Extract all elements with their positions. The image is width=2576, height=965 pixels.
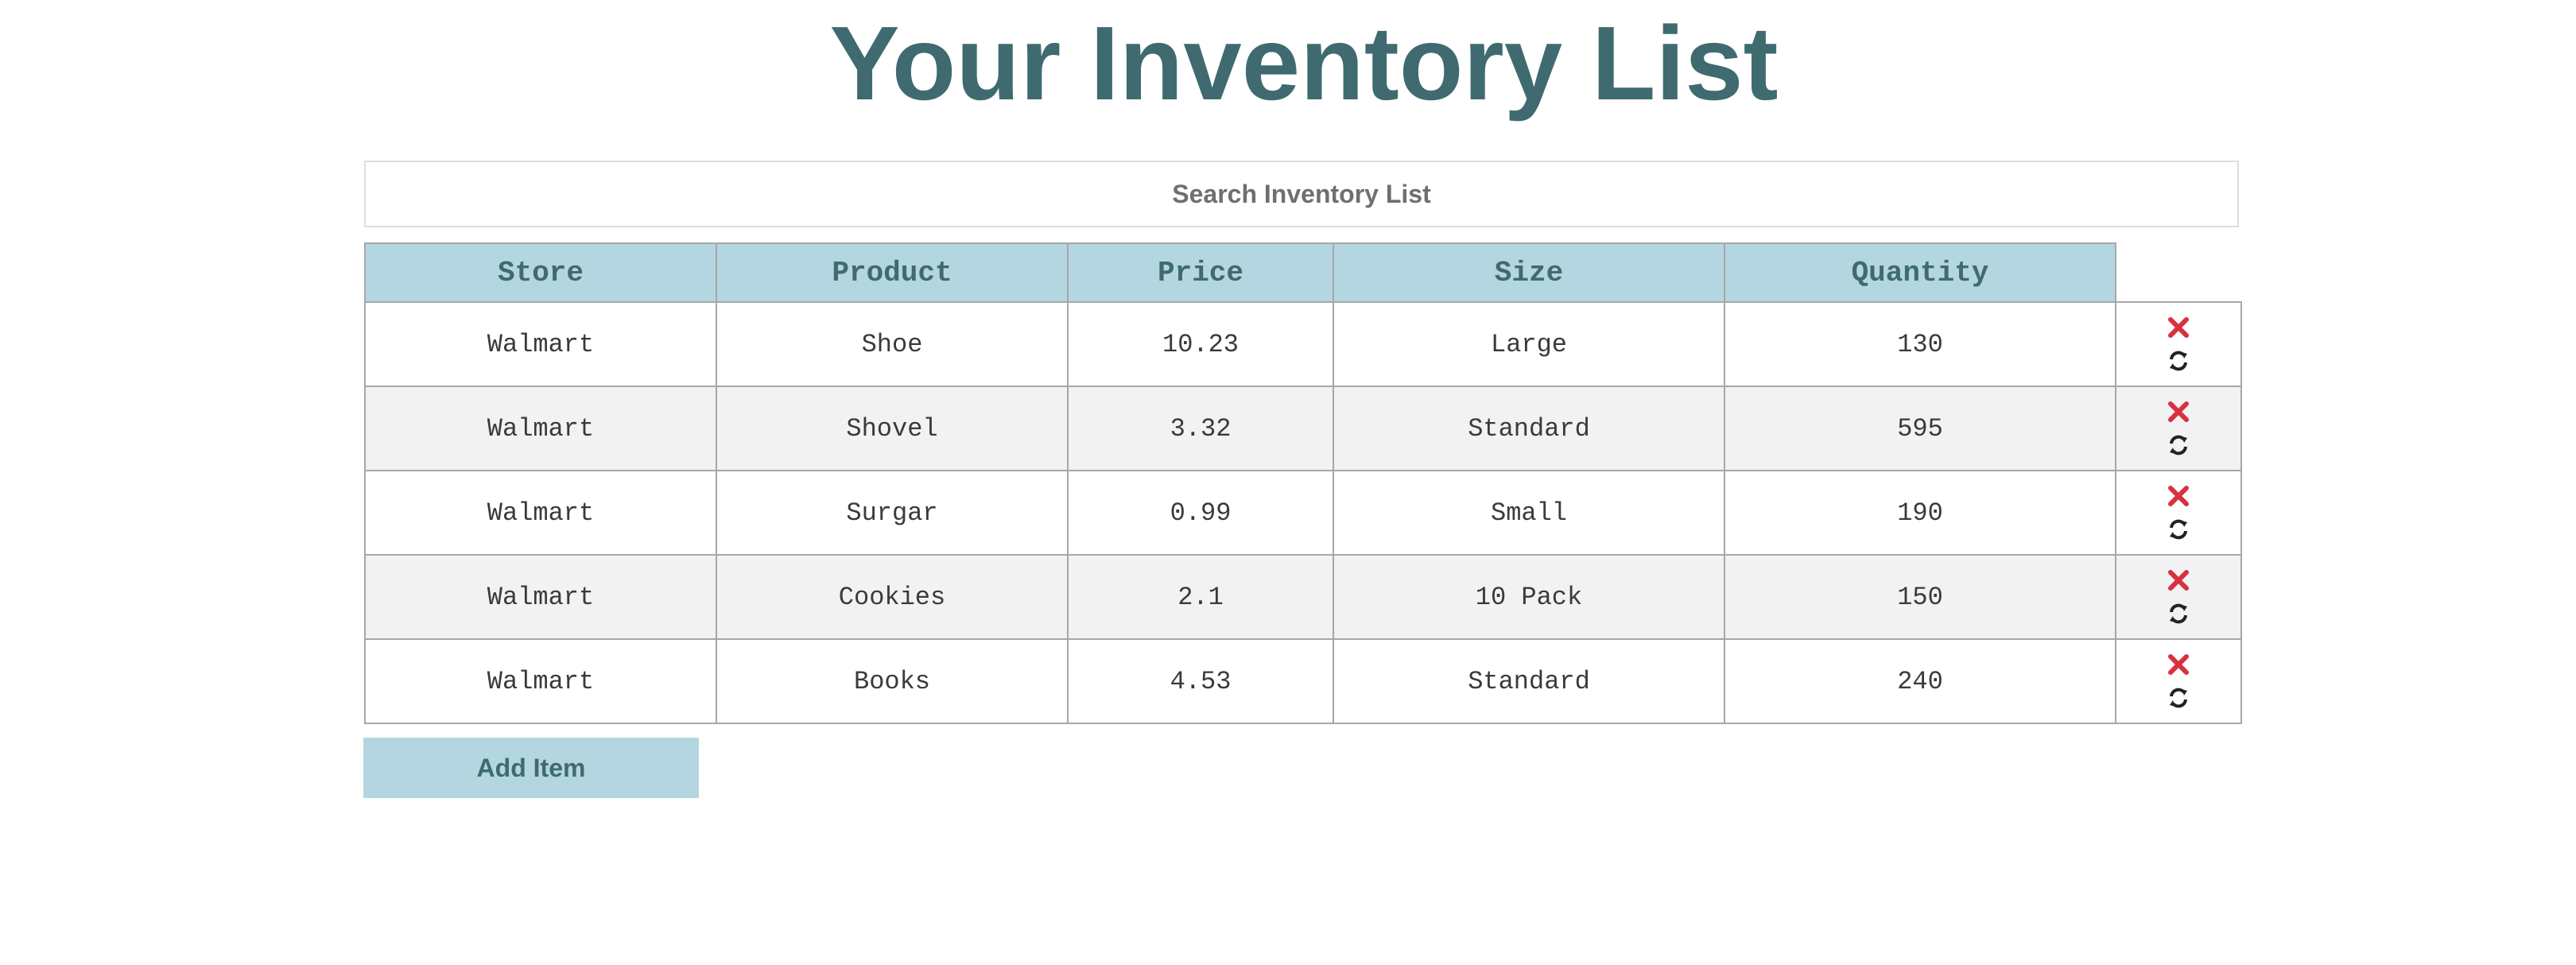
cell-price: 2.1: [1067, 554, 1334, 640]
table-row: Walmart Shoe 10.23 Large 130: [364, 301, 2242, 387]
table-row: Walmart Surgar 0.99 Small 190: [364, 470, 2242, 556]
column-header-price: Price: [1067, 242, 1334, 303]
table-header-row: Store Product Price Size Quantity: [364, 242, 2241, 303]
cell-size: Standard: [1333, 638, 1725, 724]
cell-price: 3.32: [1067, 386, 1334, 471]
cell-product: Shovel: [716, 386, 1069, 471]
page-title: Your Inventory List: [829, 5, 1779, 122]
column-header-actions: [2115, 243, 2241, 303]
inventory-table: Store Product Price Size Quantity Walmar…: [364, 242, 2242, 724]
delete-icon[interactable]: [2164, 650, 2193, 679]
cell-store: Walmart: [364, 386, 717, 471]
column-header-product: Product: [716, 242, 1069, 303]
delete-icon[interactable]: [2164, 313, 2193, 342]
cell-store: Walmart: [364, 554, 717, 640]
search-input[interactable]: [366, 162, 2237, 226]
refresh-icon[interactable]: [2164, 431, 2193, 459]
delete-icon[interactable]: [2164, 566, 2193, 595]
row-actions: [2115, 386, 2242, 471]
cell-product: Surgar: [716, 470, 1069, 556]
column-header-size: Size: [1333, 242, 1725, 303]
refresh-icon[interactable]: [2164, 347, 2193, 375]
row-actions: [2115, 554, 2242, 640]
cell-product: Cookies: [716, 554, 1069, 640]
delete-icon[interactable]: [2164, 397, 2193, 426]
row-actions: [2115, 301, 2242, 387]
cell-store: Walmart: [364, 638, 717, 724]
cell-quantity: 240: [1724, 638, 2116, 724]
cell-product: Books: [716, 638, 1069, 724]
delete-icon[interactable]: [2164, 482, 2193, 510]
cell-size: Large: [1333, 301, 1725, 387]
table-row: Walmart Books 4.53 Standard 240: [364, 638, 2242, 724]
cell-store: Walmart: [364, 470, 717, 556]
cell-store: Walmart: [364, 301, 717, 387]
row-actions: [2115, 638, 2242, 724]
cell-quantity: 595: [1724, 386, 2116, 471]
cell-price: 0.99: [1067, 470, 1334, 556]
column-header-store: Store: [364, 242, 717, 303]
cell-size: Small: [1333, 470, 1725, 556]
cell-quantity: 130: [1724, 301, 2116, 387]
cell-size: Standard: [1333, 386, 1725, 471]
refresh-icon[interactable]: [2164, 599, 2193, 628]
cell-size: 10 Pack: [1333, 554, 1725, 640]
table-row: Walmart Shovel 3.32 Standard 595: [364, 386, 2242, 471]
cell-quantity: 190: [1724, 470, 2116, 556]
cell-quantity: 150: [1724, 554, 2116, 640]
cell-price: 4.53: [1067, 638, 1334, 724]
table-row: Walmart Cookies 2.1 10 Pack 150: [364, 554, 2242, 640]
search-box[interactable]: [364, 161, 2239, 227]
cell-product: Shoe: [716, 301, 1069, 387]
row-actions: [2115, 470, 2242, 556]
refresh-icon[interactable]: [2164, 684, 2193, 712]
refresh-icon[interactable]: [2164, 515, 2193, 544]
column-header-quantity: Quantity: [1724, 242, 2116, 303]
cell-price: 10.23: [1067, 301, 1334, 387]
add-item-button[interactable]: Add Item: [363, 738, 699, 798]
